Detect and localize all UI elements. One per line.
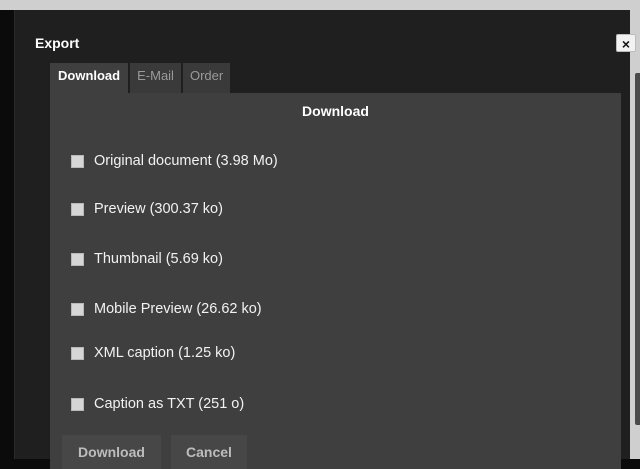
download-panel: Download Original document (3.98 Mo) Pre… — [50, 93, 621, 469]
panel-heading: Download — [302, 103, 369, 119]
tab-email[interactable]: E-Mail — [130, 63, 181, 93]
export-dialog: Export × Download E-Mail Order Download … — [14, 10, 640, 469]
checkbox[interactable] — [71, 154, 84, 168]
close-button[interactable]: × — [616, 34, 636, 52]
option-label: XML caption (1.25 ko) — [94, 345, 236, 361]
scrollbar[interactable] — [635, 73, 640, 425]
checkbox[interactable] — [71, 302, 84, 316]
checkbox[interactable] — [71, 397, 84, 411]
option-label: Caption as TXT (251 o) — [94, 396, 245, 412]
checkbox[interactable] — [71, 202, 84, 216]
option-label: Preview (300.37 ko) — [94, 201, 223, 217]
page-background-top — [0, 0, 640, 10]
cancel-button[interactable]: Cancel — [171, 435, 247, 469]
option-label: Mobile Preview (26.62 ko) — [94, 301, 262, 317]
option-xml-caption[interactable]: XML caption (1.25 ko) — [71, 343, 235, 363]
option-label: Original document (3.98 Mo) — [94, 153, 278, 169]
tab-bar: Download E-Mail Order — [50, 63, 231, 93]
option-caption-txt[interactable]: Caption as TXT (251 o) — [71, 394, 244, 414]
checkbox[interactable] — [71, 252, 84, 266]
download-button[interactable]: Download — [62, 435, 161, 469]
option-original-document[interactable]: Original document (3.98 Mo) — [71, 151, 278, 171]
option-mobile-preview[interactable]: Mobile Preview (26.62 ko) — [71, 299, 262, 319]
option-label: Thumbnail (5.69 ko) — [94, 251, 223, 267]
tab-download[interactable]: Download — [50, 63, 129, 93]
option-preview[interactable]: Preview (300.37 ko) — [71, 199, 223, 219]
checkbox[interactable] — [71, 346, 84, 360]
option-thumbnail[interactable]: Thumbnail (5.69 ko) — [71, 249, 223, 269]
tab-order[interactable]: Order — [182, 63, 231, 93]
dialog-title: Export — [35, 35, 80, 51]
